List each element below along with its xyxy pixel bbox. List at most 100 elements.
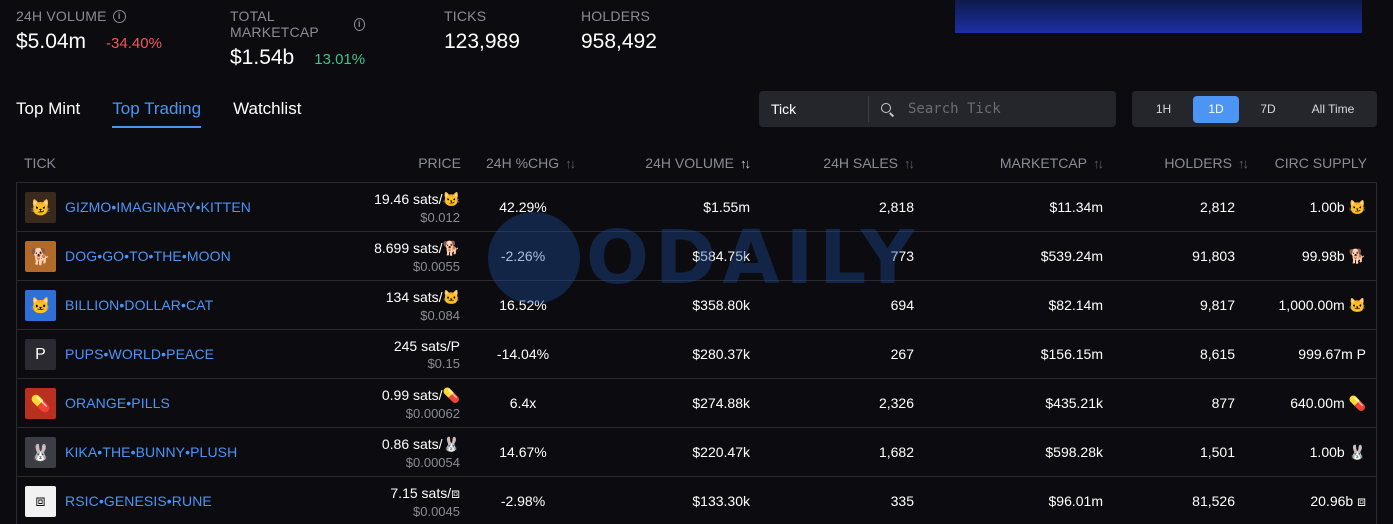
col-24h-sales[interactable]: 24H SALES ↑↓	[823, 155, 915, 171]
tick-avatar: 💊	[25, 388, 56, 419]
price-usd: $0.0045	[413, 504, 460, 519]
tick-name-link[interactable]: GIZMO•IMAGINARY•KITTEN	[65, 199, 251, 215]
sales-cell: 2,326	[878, 395, 914, 411]
tick-name-link[interactable]: BILLION•DOLLAR•CAT	[65, 297, 213, 313]
price-usd: $0.00062	[405, 406, 460, 421]
col-24h-change[interactable]: 24H %CHG ↑↓	[486, 155, 576, 171]
price-sats: 19.46 sats/😼	[374, 191, 460, 207]
tab-top-mint[interactable]: Top Mint	[16, 99, 80, 128]
change-cell: -2.26%	[500, 248, 546, 264]
price-sats: 8.699 sats/🐕	[374, 240, 460, 256]
tick-avatar: 🐰	[25, 437, 56, 468]
stat-label: TOTAL MARKETCAP	[230, 8, 319, 40]
supply-cell: 640.00m 💊	[1290, 395, 1366, 411]
col-tick[interactable]: TICK	[24, 155, 56, 171]
search-input[interactable]	[908, 101, 1108, 117]
tick-name-link[interactable]: KIKA•THE•BUNNY•PLUSH	[65, 444, 237, 460]
col-price: PRICE	[418, 155, 461, 171]
tick-name-link[interactable]: RSIC•GENESIS•RUNE	[65, 493, 212, 509]
sales-cell: 773	[890, 248, 914, 264]
marketcap-cell: $96.01m	[1048, 493, 1103, 509]
tick-name-link[interactable]: DOG•GO•TO•THE•MOON	[65, 248, 231, 264]
table-row[interactable]: 😼 GIZMO•IMAGINARY•KITTEN 19.46 sats/😼 $0.01…	[16, 183, 1377, 232]
price-sats: 0.99 sats/💊	[381, 387, 460, 403]
stat-24h-volume: 24H VOLUME i $5.04m -34.40%	[16, 8, 162, 54]
tick-avatar: 😼	[25, 192, 56, 223]
volume-cell: $220.47k	[692, 444, 750, 460]
tick-name-link[interactable]: ORANGE•PILLS	[65, 395, 170, 411]
marketcap-cell: $539.24m	[1040, 248, 1103, 264]
volume-cell: $280.37k	[692, 346, 750, 362]
col-circ-supply: CIRC SUPPLY	[1274, 155, 1367, 171]
range-7d[interactable]: 7D	[1245, 96, 1291, 123]
tab-top-trading[interactable]: Top Trading	[112, 99, 202, 128]
price-cell: 0.86 sats/🐰 $0.00054	[382, 436, 460, 470]
price-cell: 245 sats/P $0.15	[394, 338, 460, 371]
table-header: TICK PRICE 24H %CHG ↑↓ 24H VOLUME ↑↓ 24H S…	[16, 143, 1377, 183]
table-row[interactable]: ⧈ RSIC•GENESIS•RUNE 7.15 sats/⧈ $0.0045 -2.9…	[16, 477, 1377, 524]
trading-table: TICK PRICE 24H %CHG ↑↓ 24H VOLUME ↑↓ 24H S…	[16, 143, 1377, 524]
change-cell: 14.67%	[499, 444, 547, 460]
stat-label: HOLDERS	[581, 8, 651, 24]
price-usd: $0.084	[420, 308, 460, 323]
tick-avatar: 🐕	[25, 241, 56, 272]
price-usd: $0.0055	[413, 259, 460, 274]
supply-cell: 99.98b 🐕	[1301, 248, 1366, 264]
price-cell: 8.699 sats/🐕 $0.0055	[374, 240, 460, 274]
holders-cell: 91,803	[1192, 248, 1235, 264]
price-sats: 134 sats/🐱	[385, 289, 460, 305]
change-cell: -14.04%	[496, 346, 550, 362]
range-all-time[interactable]: All Time	[1295, 96, 1371, 123]
table-row[interactable]: 🐰 KIKA•THE•BUNNY•PLUSH 0.86 sats/🐰 $0.00054…	[16, 428, 1377, 477]
marketcap-cell: $11.34m	[1049, 199, 1103, 215]
volume-cell: $358.80k	[692, 297, 750, 313]
table-row[interactable]: P PUPS•WORLD•PEACE 245 sats/P $0.15 -14.04% $…	[16, 330, 1377, 379]
stat-total-marketcap: TOTAL MARKETCAP i $1.54b 13.01%	[230, 8, 366, 70]
marketcap-cell: $435.21k	[1045, 395, 1103, 411]
sales-cell: 335	[890, 493, 914, 509]
stat-change: -34.40%	[106, 35, 162, 52]
change-cell: 42.29%	[499, 199, 547, 215]
search-icon	[881, 102, 895, 117]
sort-icon: ↑↓	[740, 155, 751, 171]
holders-cell: 8,615	[1199, 346, 1235, 362]
change-cell: -2.98%	[500, 493, 546, 509]
info-icon[interactable]: i	[112, 9, 126, 23]
tick-avatar: P	[25, 339, 56, 370]
list-tabs: Top Mint Top Trading Watchlist	[16, 99, 301, 128]
tab-watchlist[interactable]: Watchlist	[233, 99, 301, 128]
range-1h[interactable]: 1H	[1140, 96, 1187, 123]
holders-cell: 877	[1211, 395, 1235, 411]
range-1d[interactable]: 1D	[1193, 95, 1239, 123]
stat-value: $1.54b	[230, 46, 295, 69]
tick-avatar: 🐱	[25, 290, 56, 321]
sort-icon: ↑↓	[565, 155, 576, 171]
info-icon[interactable]: i	[353, 17, 366, 31]
promo-banner[interactable]	[955, 0, 1362, 33]
volume-cell: $1.55m	[703, 199, 750, 215]
sort-icon: ↑↓	[1093, 155, 1104, 171]
sales-cell: 694	[890, 297, 914, 313]
col-24h-volume[interactable]: 24H VOLUME ↑↓	[645, 155, 751, 171]
price-sats: 0.86 sats/🐰	[381, 436, 460, 452]
col-holders[interactable]: HOLDERS ↑↓	[1164, 155, 1249, 171]
table-row[interactable]: 🐱 BILLION•DOLLAR•CAT 134 sats/🐱 $0.084 16.52…	[16, 281, 1377, 330]
tick-name-link[interactable]: PUPS•WORLD•PEACE	[65, 346, 214, 362]
col-marketcap[interactable]: MARKETCAP ↑↓	[1000, 155, 1104, 171]
search-type-select[interactable]: Tick	[759, 96, 869, 122]
volume-cell: $133.30k	[692, 493, 750, 509]
time-range-selector: 1H 1D 7D All Time	[1132, 91, 1377, 127]
price-usd: $0.00054	[405, 455, 460, 470]
table-row[interactable]: 💊 ORANGE•PILLS 0.99 sats/💊 $0.00062 6.4x $274…	[16, 379, 1377, 428]
stat-value: 958,492	[581, 30, 657, 53]
marketcap-cell: $156.15m	[1040, 346, 1103, 362]
stat-value: 123,989	[444, 30, 520, 53]
supply-cell: 999.67m P	[1298, 346, 1366, 362]
stat-value: $5.04m	[16, 30, 87, 53]
sales-cell: 1,682	[878, 444, 914, 460]
stat-label: TICKS	[444, 8, 487, 24]
marketcap-cell: $598.28k	[1045, 444, 1103, 460]
table-row[interactable]: 🐕 DOG•GO•TO•THE•MOON 8.699 sats/🐕 $0.0055 -2…	[16, 232, 1377, 281]
stat-holders: HOLDERS 958,492	[581, 8, 657, 54]
sales-cell: 2,818	[878, 199, 914, 215]
